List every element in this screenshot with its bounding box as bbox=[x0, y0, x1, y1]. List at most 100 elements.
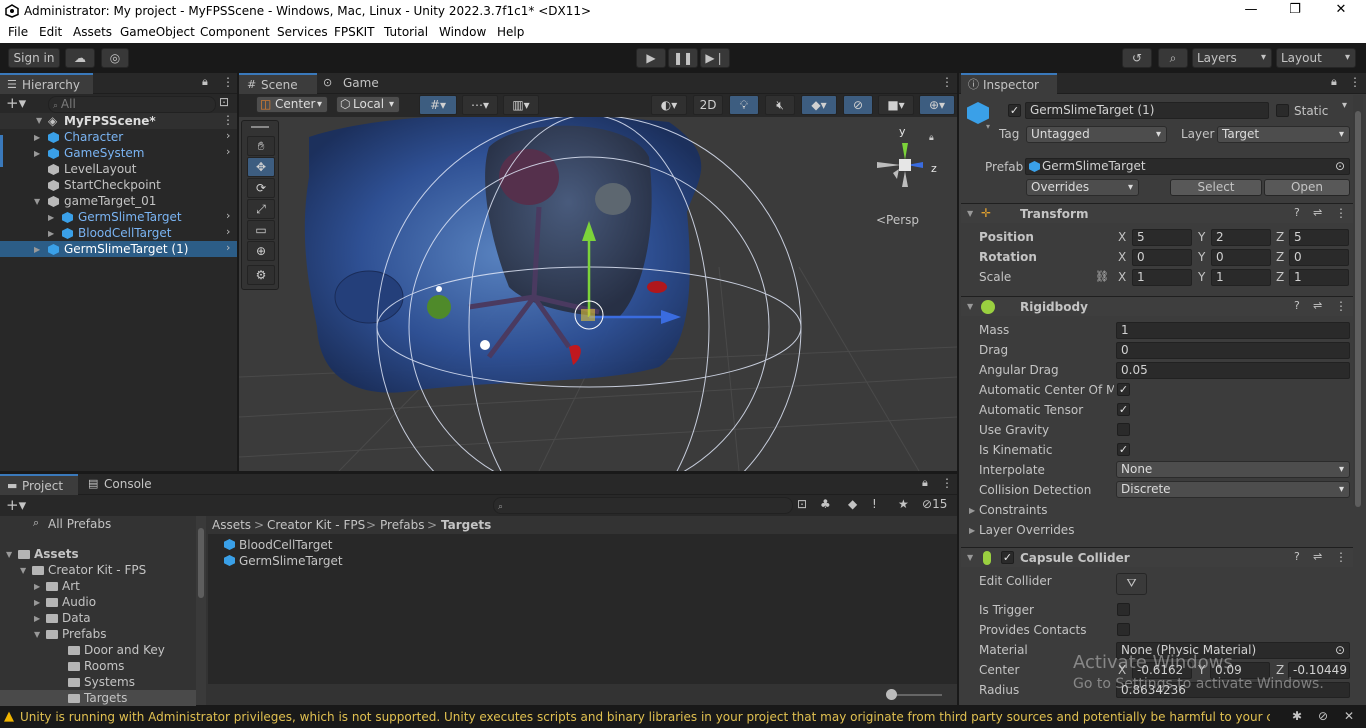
scale-z-field[interactable]: 1 bbox=[1289, 269, 1349, 286]
project-folder-item[interactable]: Targets bbox=[0, 690, 196, 706]
breadcrumb-assets[interactable]: Assets bbox=[212, 517, 251, 533]
project-folder-item[interactable]: ▼ Prefabs bbox=[0, 626, 196, 642]
filter-label-icon[interactable]: ◆ bbox=[848, 497, 857, 511]
close-icon[interactable]: ✕ bbox=[1326, 2, 1356, 17]
menu-gameobject[interactable]: GameObject bbox=[120, 25, 195, 39]
gizmos-icon[interactable]: ⊕▾ bbox=[919, 95, 955, 115]
mass-field[interactable]: 1 bbox=[1116, 322, 1350, 339]
presets-icon[interactable]: ⇌ bbox=[1313, 299, 1322, 312]
menu-component[interactable]: Component bbox=[200, 25, 270, 39]
lock-icon[interactable]: 🔒︎ bbox=[202, 75, 208, 89]
hierarchy-search-input[interactable]: ⌕ All bbox=[48, 96, 216, 113]
inspector-more-icon[interactable]: ⋮ bbox=[1349, 75, 1361, 89]
tag-dropdown[interactable]: Untagged bbox=[1026, 126, 1167, 143]
help-icon[interactable]: ? bbox=[1294, 550, 1300, 563]
gizmo-lock-icon[interactable]: 🔒︎ bbox=[929, 133, 934, 143]
tab-scene[interactable]: # Scene bbox=[239, 73, 317, 94]
project-folder-item[interactable]: ▶ Art bbox=[0, 578, 196, 594]
transform-tool-icon[interactable]: ⊕ bbox=[247, 241, 275, 261]
menu-edit[interactable]: Edit bbox=[39, 25, 62, 39]
position-x-field[interactable]: 5 bbox=[1132, 229, 1192, 246]
menu-help[interactable]: Help bbox=[497, 25, 524, 39]
material-picker-icon[interactable]: ⊙ bbox=[1335, 643, 1345, 658]
position-y-field[interactable]: 2 bbox=[1211, 229, 1271, 246]
project-folder-item[interactable]: ▼ Creator Kit - FPS bbox=[0, 562, 196, 578]
active-checkbox[interactable]: ✓ bbox=[1008, 104, 1021, 117]
debug-icon[interactable]: ✱ bbox=[1292, 709, 1302, 723]
minimize-icon[interactable]: — bbox=[1236, 2, 1266, 17]
tab-inspector[interactable]: ⓘ Inspector bbox=[961, 73, 1057, 94]
layer-overrides-foldout[interactable]: Layer Overrides bbox=[979, 522, 1074, 538]
draw-mode-icon[interactable]: ◐▾ bbox=[651, 95, 687, 115]
position-z-field[interactable]: 5 bbox=[1289, 229, 1349, 246]
cloud-icon[interactable]: ☁ bbox=[65, 48, 95, 68]
project-folder-item[interactable]: Systems bbox=[0, 674, 196, 690]
filter-type-icon[interactable]: ♣ bbox=[820, 497, 831, 511]
select-button[interactable]: Select bbox=[1170, 179, 1262, 196]
static-checkbox[interactable] bbox=[1276, 104, 1289, 117]
add-icon[interactable]: +▾ bbox=[6, 94, 26, 112]
collab-icon[interactable]: ◎ bbox=[101, 48, 129, 68]
overrides-dropdown[interactable]: Overrides bbox=[1026, 179, 1139, 196]
is-kinematic-checkbox[interactable]: ✓ bbox=[1117, 443, 1130, 456]
more-icon[interactable]: ⋮ bbox=[222, 75, 234, 89]
hierarchy-item[interactable]: ▶ GermSlimeTarget (1) › bbox=[0, 241, 237, 257]
tab-console[interactable]: ▤ Console bbox=[82, 474, 162, 495]
hierarchy-item[interactable]: ▶ GameSystem › bbox=[0, 145, 237, 161]
component-more-icon[interactable]: ⋮ bbox=[1335, 206, 1347, 220]
rotation-x-field[interactable]: 0 bbox=[1132, 249, 1192, 266]
menu-services[interactable]: Services bbox=[277, 25, 328, 39]
icon-dropdown-icon[interactable]: ▾ bbox=[986, 122, 990, 131]
project-tree-scrollbar[interactable] bbox=[196, 516, 206, 705]
scene-row[interactable]: ▼ ◈ MyFPSScene* ⋮ bbox=[0, 113, 237, 129]
breadcrumb-prefabs[interactable]: Prefabs bbox=[380, 517, 425, 533]
hierarchy-item[interactable]: ▶ GermSlimeTarget › bbox=[0, 209, 237, 225]
file-item[interactable]: BloodCellTarget bbox=[224, 537, 332, 553]
expand-arrow-icon[interactable]: ▶ bbox=[34, 149, 40, 158]
project-lock-icon[interactable]: 🔒︎ bbox=[922, 476, 928, 490]
favorite-icon[interactable]: ★ bbox=[898, 497, 909, 511]
expand-arrow-icon[interactable]: ▶ bbox=[34, 582, 40, 591]
expand-arrow-icon[interactable]: ▶ bbox=[34, 598, 40, 607]
capsule-enabled-checkbox[interactable]: ✓ bbox=[1001, 551, 1014, 564]
hidden-objects-icon[interactable]: ⊘ bbox=[843, 95, 873, 115]
breadcrumb-targets[interactable]: Targets bbox=[441, 517, 491, 533]
open-prefab-icon[interactable]: › bbox=[226, 225, 230, 238]
zoom-slider-handle[interactable] bbox=[886, 689, 897, 700]
collision-detection-dropdown[interactable]: Discrete bbox=[1116, 481, 1350, 498]
expand-arrow-icon[interactable]: ▼ bbox=[20, 566, 26, 575]
camera-icon[interactable]: ■▾ bbox=[878, 95, 914, 115]
expand-arrow-icon[interactable]: ▶ bbox=[34, 245, 40, 254]
presets-icon[interactable]: ⇌ bbox=[1313, 550, 1322, 563]
static-dropdown-icon[interactable]: ▾ bbox=[1342, 100, 1347, 111]
menu-tutorial[interactable]: Tutorial bbox=[384, 25, 428, 39]
play-button[interactable]: ▶ bbox=[636, 48, 666, 68]
custom-tool-icon[interactable]: ⚙ bbox=[247, 265, 275, 285]
inspector-lock-icon[interactable]: 🔒︎ bbox=[1331, 75, 1337, 89]
project-folder-item[interactable]: ▼ Assets bbox=[0, 546, 196, 562]
step-button[interactable]: ▶❘ bbox=[700, 48, 730, 68]
notifications-icon[interactable]: ✕ bbox=[1344, 709, 1354, 723]
constraints-foldout[interactable]: Constraints bbox=[979, 502, 1047, 518]
filter-log-icon[interactable]: ! bbox=[872, 497, 877, 511]
open-prefab-icon[interactable]: › bbox=[226, 129, 230, 142]
project-folder-item[interactable]: ▶ Audio bbox=[0, 594, 196, 610]
open-prefab-icon[interactable]: › bbox=[226, 241, 230, 254]
grid-snap-icon[interactable]: #▾ bbox=[419, 95, 457, 115]
component-more-icon[interactable]: ⋮ bbox=[1335, 550, 1347, 564]
use-gravity-checkbox[interactable] bbox=[1117, 423, 1130, 436]
menu-file[interactable]: File bbox=[8, 25, 28, 39]
projection-label[interactable]: <Persp bbox=[876, 213, 919, 227]
help-icon[interactable]: ? bbox=[1294, 206, 1300, 219]
angular-drag-field[interactable]: 0.05 bbox=[1116, 362, 1350, 379]
prefab-asset-field[interactable]: GermSlimeTarget ⊙ bbox=[1025, 158, 1350, 175]
hierarchy-item[interactable]: ▼ gameTarget_01 bbox=[0, 193, 237, 209]
expand-arrow-icon[interactable]: ▼ bbox=[34, 197, 40, 206]
project-search-input[interactable]: ⌕ bbox=[493, 497, 793, 514]
scene-viewport[interactable]: ✋︎ ✥ ⟳ ⤢ ▭ ⊕ ⚙ y z 🔒︎ <Persp bbox=[239, 117, 957, 471]
progress-icon[interactable]: ⊘ bbox=[1318, 709, 1328, 723]
ruler-icon[interactable]: ▥▾ bbox=[503, 95, 539, 115]
pause-button[interactable]: ❚❚ bbox=[668, 48, 698, 68]
hidden-packages-icon[interactable]: ⊘15 bbox=[922, 497, 947, 511]
expand-arrow-icon[interactable]: ▶ bbox=[34, 614, 40, 623]
